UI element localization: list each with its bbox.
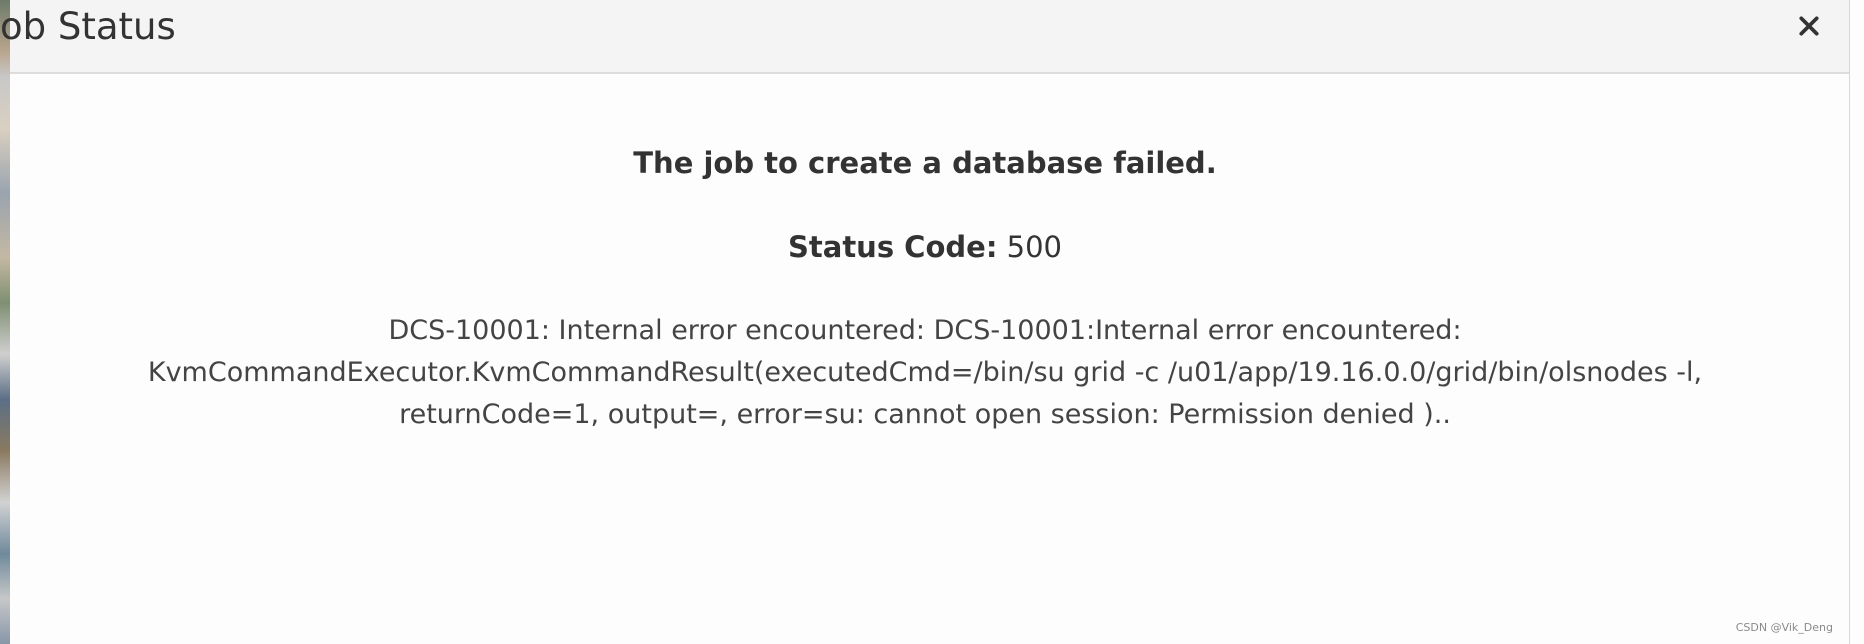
modal-title: ob Status [0,5,176,48]
watermark: CSDN @Vik_Deng [1735,621,1833,634]
modal-body: The job to create a database failed. Sta… [10,74,1840,436]
modal-header: ob Status [0,0,1849,74]
close-button[interactable] [1789,6,1829,46]
status-code-value: 500 [997,230,1062,264]
job-status-modal: ob Status The job to create a database f… [0,0,1850,644]
status-code-line: Status Code: 500 [10,230,1840,264]
close-icon [1799,16,1819,36]
error-details: DCS-10001: Internal error encountered: D… [147,315,1703,430]
failure-message: The job to create a database failed. [633,146,1217,180]
status-code-label: Status Code: [788,230,998,264]
background-window-strip [0,0,10,644]
